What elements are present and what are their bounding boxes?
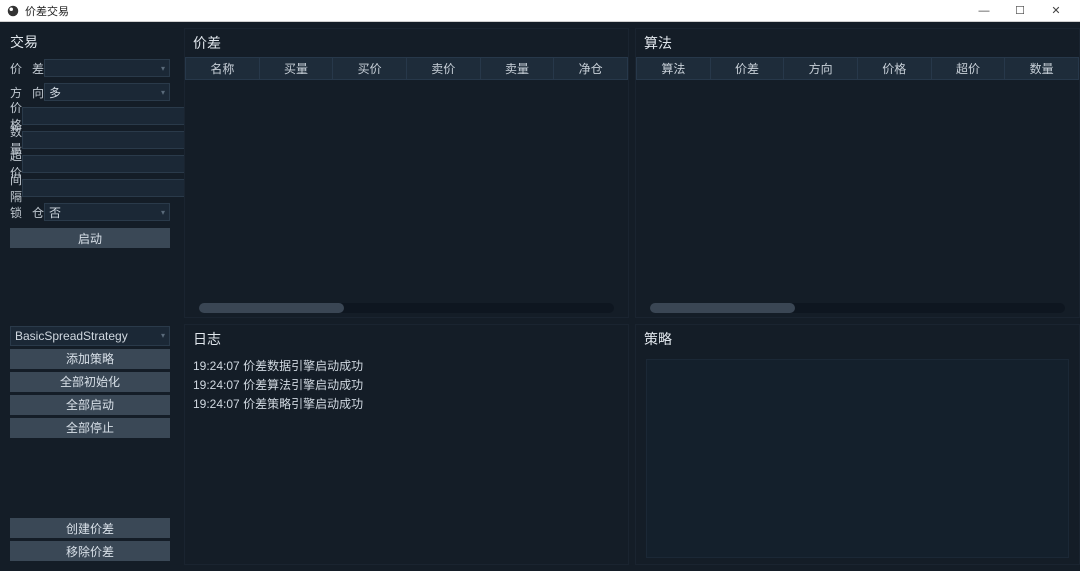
algo-panel-body: 算法 价差 方向 价格 超价 数量 xyxy=(636,57,1079,317)
strategy-empty-area xyxy=(646,359,1069,558)
lock-value: 否 xyxy=(49,204,61,221)
algo-col-spread[interactable]: 价差 xyxy=(710,58,784,80)
chevron-down-icon: ▾ xyxy=(161,331,165,340)
spread-controls-section: 创建价差 移除价差 xyxy=(0,507,180,571)
strategy-controls-section: BasicSpreadStrategy ▾ 添加策略 全部初始化 全部启动 全部… xyxy=(0,318,180,438)
sidebar: 交易 价差 ▾ 方向 多 ▾ 价格 数量 xyxy=(0,22,180,571)
algo-table: 算法 价差 方向 价格 超价 数量 xyxy=(636,57,1079,80)
direction-select[interactable]: 多 ▾ xyxy=(44,83,170,101)
volume-input[interactable] xyxy=(22,131,187,149)
volume-row: 数量 xyxy=(10,130,170,150)
spread-label: 价差 xyxy=(10,60,44,77)
window-titlebar: 价差交易 — ☐ ✕ xyxy=(0,0,1080,22)
window-minimize-button[interactable]: — xyxy=(966,1,1002,21)
chevron-down-icon: ▾ xyxy=(161,88,165,97)
spread-hscrollbar[interactable] xyxy=(199,303,614,313)
stop-all-button[interactable]: 全部停止 xyxy=(10,418,170,438)
log-time: 19:24:07 xyxy=(193,359,240,373)
spread-col-bidvol[interactable]: 买量 xyxy=(259,58,333,80)
log-msg: 价差数据引擎启动成功 xyxy=(243,359,363,373)
lock-select[interactable]: 否 ▾ xyxy=(44,203,170,221)
interval-label: 间隔 xyxy=(10,171,22,205)
trade-form-section: 交易 价差 ▾ 方向 多 ▾ 价格 数量 xyxy=(0,22,180,248)
algo-hscroll-thumb[interactable] xyxy=(650,303,795,313)
app-root: 交易 价差 ▾ 方向 多 ▾ 价格 数量 xyxy=(0,22,1080,571)
spread-col-net[interactable]: 净仓 xyxy=(554,58,628,80)
spread-col-name[interactable]: 名称 xyxy=(186,58,260,80)
log-line: 19:24:07 价差策略引擎启动成功 xyxy=(193,395,620,414)
spread-col-bid[interactable]: 买价 xyxy=(333,58,407,80)
algo-col-price[interactable]: 价格 xyxy=(857,58,931,80)
algo-col-direction[interactable]: 方向 xyxy=(784,58,858,80)
spread-select[interactable]: ▾ xyxy=(44,59,170,77)
strategy-panel-body xyxy=(636,353,1079,564)
spread-table: 名称 买量 买价 卖价 卖量 净仓 xyxy=(185,57,628,80)
log-line: 19:24:07 价差数据引擎启动成功 xyxy=(193,357,620,376)
log-line: 19:24:07 价差算法引擎启动成功 xyxy=(193,376,620,395)
log-time: 19:24:07 xyxy=(193,378,240,392)
create-spread-button[interactable]: 创建价差 xyxy=(10,518,170,538)
spread-panel: 价差 名称 买量 买价 卖价 卖量 净仓 xyxy=(184,28,629,318)
log-body: 19:24:07 价差数据引擎启动成功 19:24:07 价差算法引擎启动成功 … xyxy=(185,353,628,419)
algo-col-volume[interactable]: 数量 xyxy=(1005,58,1079,80)
remove-spread-button[interactable]: 移除价差 xyxy=(10,541,170,561)
start-all-button[interactable]: 全部启动 xyxy=(10,395,170,415)
algo-panel-title: 算法 xyxy=(636,29,1079,57)
log-panel-title: 日志 xyxy=(185,325,628,353)
window-title: 价差交易 xyxy=(25,3,966,19)
direction-value: 多 xyxy=(49,84,61,101)
algo-panel: 算法 算法 价差 方向 价格 超价 数量 xyxy=(635,28,1080,318)
algo-col-algo[interactable]: 算法 xyxy=(637,58,711,80)
log-msg: 价差策略引擎启动成功 xyxy=(243,397,363,411)
algo-col-over[interactable]: 超价 xyxy=(931,58,1005,80)
spread-hscroll-thumb[interactable] xyxy=(199,303,344,313)
spread-col-askvol[interactable]: 卖量 xyxy=(480,58,554,80)
spread-panel-body: 名称 买量 买价 卖价 卖量 净仓 xyxy=(185,57,628,317)
log-time: 19:24:07 xyxy=(193,397,240,411)
trade-section-title: 交易 xyxy=(10,28,170,58)
over-row: 超价 xyxy=(10,154,170,174)
start-button[interactable]: 启动 xyxy=(10,228,170,248)
lock-label: 锁仓 xyxy=(10,204,44,221)
direction-label: 方向 xyxy=(10,84,44,101)
spread-col-ask[interactable]: 卖价 xyxy=(406,58,480,80)
window-maximize-button[interactable]: ☐ xyxy=(1002,1,1038,21)
spread-panel-title: 价差 xyxy=(185,29,628,57)
price-input[interactable] xyxy=(22,107,187,125)
window-close-button[interactable]: ✕ xyxy=(1038,1,1074,21)
spread-row: 价差 ▾ xyxy=(10,58,170,78)
main-content: 价差 名称 买量 买价 卖价 卖量 净仓 算法 xyxy=(180,22,1080,571)
price-row: 价格 xyxy=(10,106,170,126)
strategy-select[interactable]: BasicSpreadStrategy ▾ xyxy=(10,326,170,346)
lock-row: 锁仓 否 ▾ xyxy=(10,202,170,222)
strategy-panel: 策略 xyxy=(635,324,1080,565)
algo-hscrollbar[interactable] xyxy=(650,303,1065,313)
chevron-down-icon: ▾ xyxy=(161,208,165,217)
init-all-button[interactable]: 全部初始化 xyxy=(10,372,170,392)
interval-row: 间隔 xyxy=(10,178,170,198)
log-msg: 价差算法引擎启动成功 xyxy=(243,378,363,392)
add-strategy-button[interactable]: 添加策略 xyxy=(10,349,170,369)
chevron-down-icon: ▾ xyxy=(161,64,165,73)
log-panel: 日志 19:24:07 价差数据引擎启动成功 19:24:07 价差算法引擎启动… xyxy=(184,324,629,565)
interval-input[interactable] xyxy=(22,179,187,197)
direction-row: 方向 多 ▾ xyxy=(10,82,170,102)
strategy-select-value: BasicSpreadStrategy xyxy=(15,329,128,343)
app-icon xyxy=(6,4,20,18)
over-input[interactable] xyxy=(22,155,187,173)
strategy-panel-title: 策略 xyxy=(636,325,1079,353)
